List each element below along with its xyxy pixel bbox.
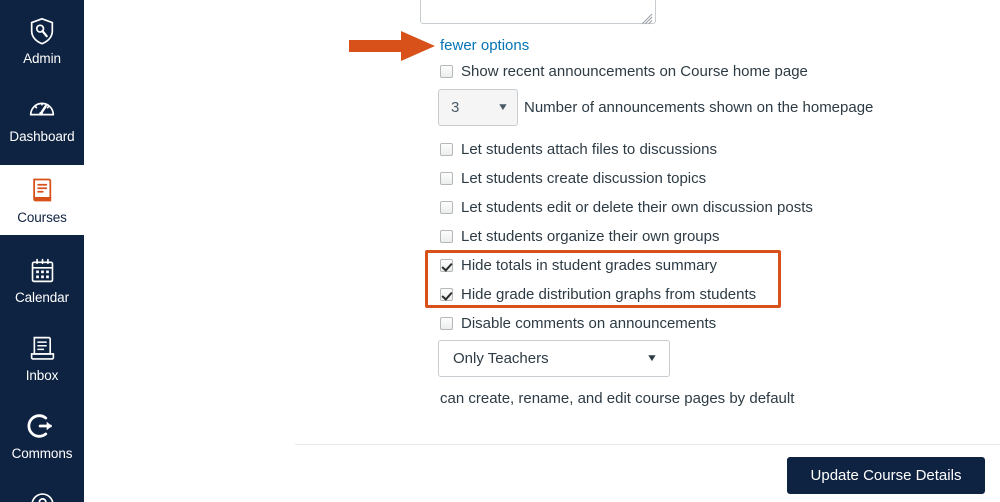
option-row-hide-distribution[interactable]: Hide grade distribution graphs from stud… — [440, 285, 756, 304]
wiki-editing-roles-select[interactable]: Only Teachers ▼ — [438, 340, 670, 377]
chevron-down-icon: ▼ — [645, 353, 659, 364]
sidebar-item-label-admin: Admin — [23, 51, 61, 66]
sidebar-item-label-inbox: Inbox — [25, 368, 59, 383]
checkbox-edit-delete-posts[interactable] — [440, 201, 453, 214]
course-settings-main: fewer options Show recent announcements … — [84, 0, 1000, 502]
sidebar-item-admin[interactable]: Admin — [0, 8, 84, 74]
dashboard-gauge-icon — [25, 92, 59, 126]
sidebar-item-dashboard[interactable]: Dashboard — [0, 86, 84, 152]
option-row-create-topics[interactable]: Let students create discussion topics — [440, 169, 706, 188]
option-label-hide-distribution: Hide grade distribution graphs from stud… — [461, 286, 757, 303]
course-description-textarea[interactable] — [420, 0, 656, 24]
wiki-editing-roles-help-text: can create, rename, and edit course page… — [440, 390, 795, 407]
checkbox-organize-groups[interactable] — [440, 230, 453, 243]
checkbox-show-recent-announcements[interactable] — [440, 65, 453, 78]
sidebar-item-courses[interactable]: Courses — [0, 165, 84, 235]
footer-divider — [295, 444, 1000, 445]
global-navigation-sidebar: Admin Dashboard Courses Calendar Inbox C… — [0, 0, 84, 502]
sidebar-item-label-courses: Courses — [17, 210, 67, 225]
checkbox-disable-comments[interactable] — [440, 317, 453, 330]
announcements-count-label: Number of announcements shown on the hom… — [524, 99, 874, 116]
wiki-editing-roles-value: Only Teachers — [453, 350, 549, 367]
sidebar-item-help[interactable]: Help — [0, 481, 84, 502]
update-course-details-button[interactable]: Update Course Details — [787, 457, 985, 494]
option-row-organize-groups[interactable]: Let students organize their own groups — [440, 227, 720, 246]
question-circle-icon — [25, 487, 59, 502]
option-row-hide-totals[interactable]: Hide totals in student grades summary — [440, 256, 717, 275]
option-label-show-recent-announcements: Show recent announcements on Course home… — [461, 63, 808, 80]
chevron-down-icon: ▼ — [496, 102, 510, 113]
sidebar-item-inbox[interactable]: Inbox — [0, 325, 84, 391]
checkbox-attach-files[interactable] — [440, 143, 453, 156]
announcements-count-select[interactable]: 3 ▼ — [438, 89, 518, 126]
announcements-count-value: 3 — [451, 99, 460, 116]
option-row-attach-files[interactable]: Let students attach files to discussions — [440, 140, 717, 159]
shield-wrench-icon — [25, 14, 59, 48]
sidebar-item-label-dashboard: Dashboard — [9, 129, 75, 144]
annotation-arrow-icon — [349, 31, 435, 61]
book-icon — [25, 173, 59, 207]
checkbox-hide-distribution[interactable] — [440, 288, 453, 301]
option-label-disable-comments: Disable comments on announcements — [461, 315, 717, 332]
calendar-icon — [25, 253, 59, 287]
sidebar-item-label-calendar: Calendar — [15, 290, 69, 305]
canvas-root: Admin Dashboard Courses Calendar Inbox C… — [0, 0, 1000, 502]
sidebar-item-label-commons: Commons — [11, 446, 73, 461]
option-label-hide-totals: Hide totals in student grades summary — [461, 257, 717, 274]
option-label-organize-groups: Let students organize their own groups — [461, 228, 720, 245]
option-label-edit-delete-posts: Let students edit or delete their own di… — [461, 199, 813, 216]
option-row-edit-delete-posts[interactable]: Let students edit or delete their own di… — [440, 198, 813, 217]
option-label-attach-files: Let students attach files to discussions — [461, 141, 717, 158]
checkbox-hide-totals[interactable] — [440, 259, 453, 272]
fewer-options-link[interactable]: fewer options — [440, 37, 529, 55]
option-label-create-topics: Let students create discussion topics — [461, 170, 707, 187]
inbox-tray-icon — [25, 331, 59, 365]
arrow-out-circle-icon — [25, 409, 59, 443]
sidebar-item-commons[interactable]: Commons — [0, 403, 84, 469]
option-row-show-recent-announcements[interactable]: Show recent announcements on Course home… — [440, 62, 808, 81]
checkbox-create-topics[interactable] — [440, 172, 453, 185]
sidebar-item-calendar[interactable]: Calendar — [0, 247, 84, 313]
option-row-disable-comments[interactable]: Disable comments on announcements — [440, 314, 716, 333]
